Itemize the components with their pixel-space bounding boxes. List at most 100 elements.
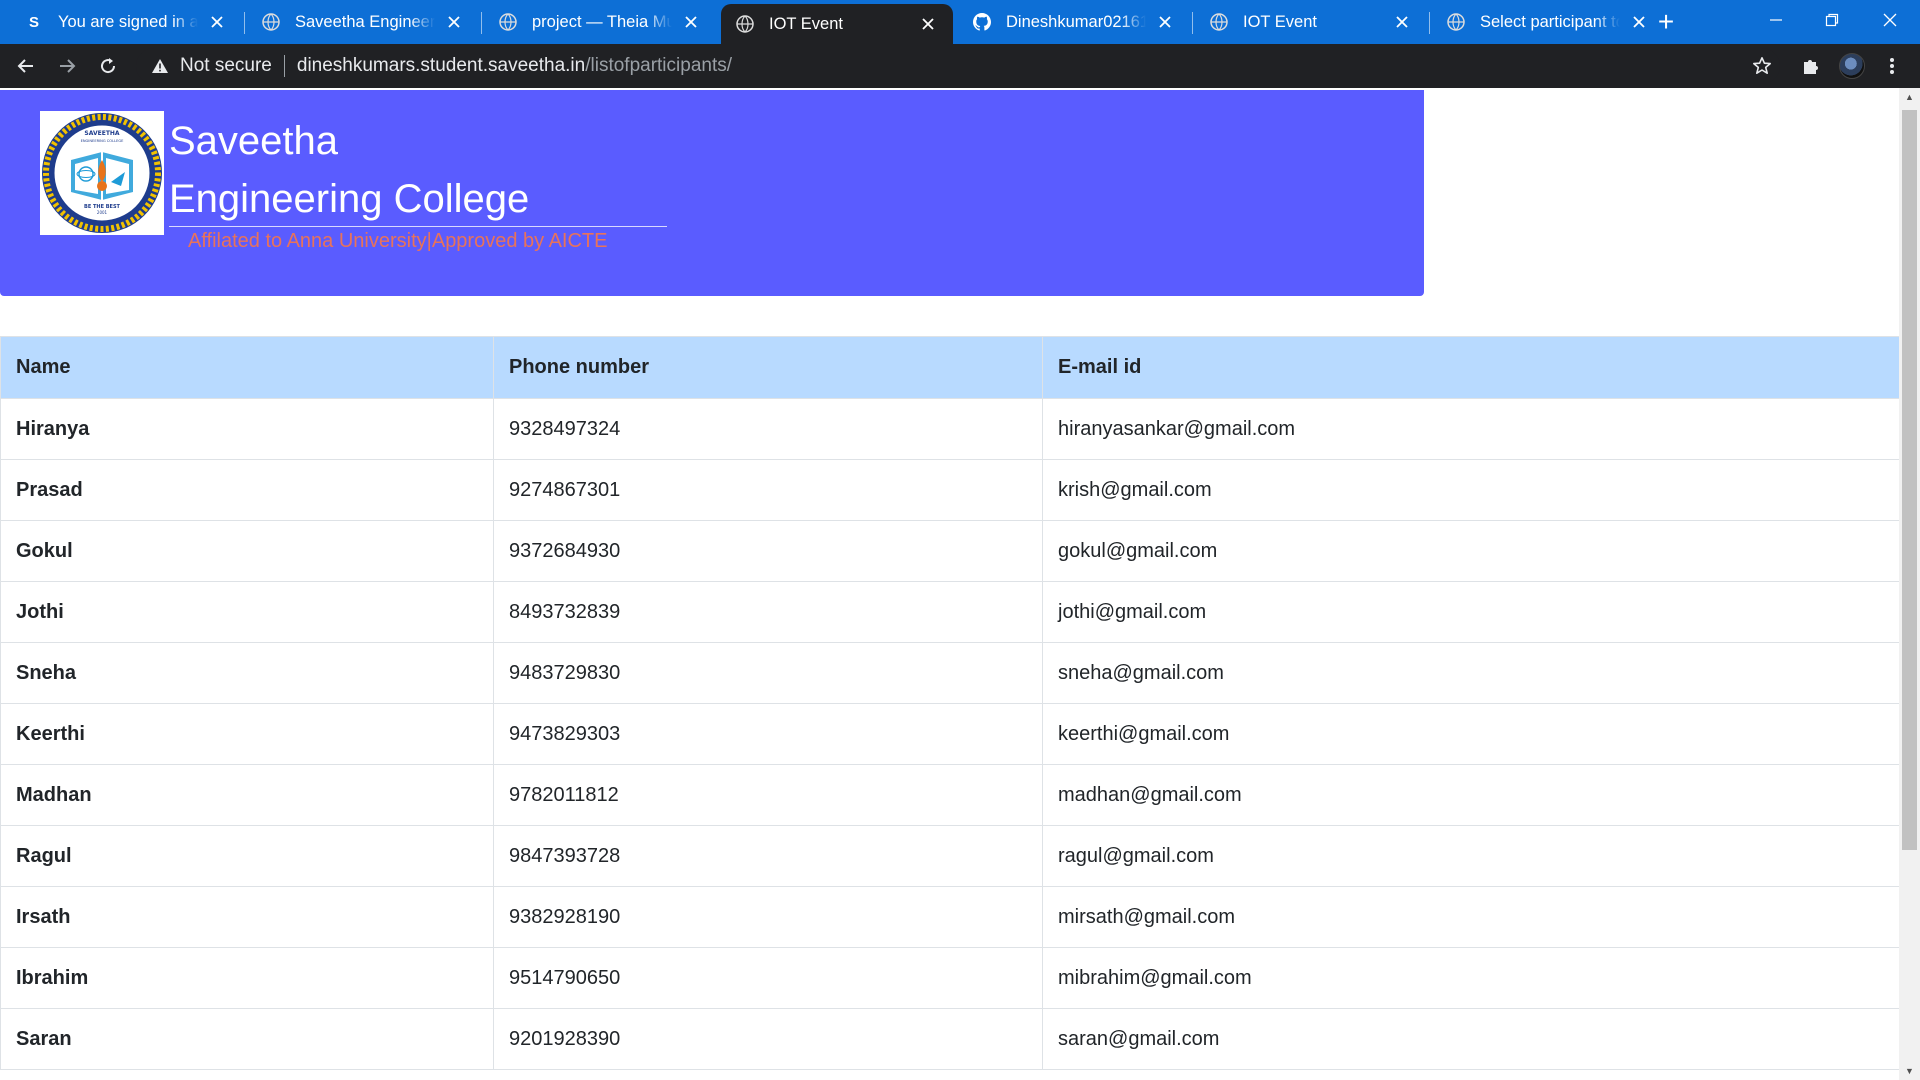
globe-icon	[261, 12, 281, 32]
table-header-row: Name Phone number E-mail id	[0, 336, 1900, 399]
new-tab-button[interactable]: +	[1650, 6, 1682, 38]
college-name-line2: Engineering College	[169, 177, 530, 221]
logo-text-top: SAVEETHA	[84, 130, 120, 137]
arrow-left-icon	[17, 59, 33, 73]
tab-separator	[244, 12, 245, 34]
bookmark-star-icon[interactable]	[1746, 50, 1778, 82]
table-row: Prasad 9274867301 krish@gmail.com	[0, 459, 1900, 521]
participant-email: sneha@gmail.com	[1042, 642, 1900, 704]
participant-email: jothi@gmail.com	[1042, 581, 1900, 643]
browser-tab[interactable]: S You are signed in as 20	[10, 0, 242, 44]
logo-text-sub: ENGINEERING COLLEGE	[81, 139, 125, 143]
participant-phone: 9483729830	[493, 642, 1043, 704]
logo-year: 2001	[97, 210, 108, 215]
participant-name: Ragul	[0, 825, 494, 887]
participant-phone: 9382928190	[493, 886, 1043, 948]
participant-name: Madhan	[0, 764, 494, 826]
separator	[283, 55, 285, 77]
participant-phone: 9473829303	[493, 703, 1043, 765]
avatar	[1839, 53, 1865, 79]
tab-title: IOT Event	[769, 14, 843, 33]
browser-tab[interactable]: IOT Event	[1195, 0, 1427, 44]
reload-button[interactable]	[92, 50, 124, 82]
github-icon	[972, 12, 992, 32]
restore-icon	[1825, 13, 1839, 27]
table-row: Keerthi 9473829303 keerthi@gmail.com	[0, 703, 1900, 765]
minimize-button[interactable]	[1748, 0, 1804, 40]
participant-email: gokul@gmail.com	[1042, 520, 1900, 582]
address-bar[interactable]: Not secure dineshkumars.student.saveetha…	[136, 48, 1780, 84]
close-window-button[interactable]	[1862, 0, 1918, 40]
column-header-phone: Phone number	[493, 336, 1043, 399]
participant-phone: 9782011812	[493, 764, 1043, 826]
scroll-up-arrow-icon[interactable]: ▲	[1899, 88, 1920, 106]
participant-phone: 8493732839	[493, 581, 1043, 643]
tab-close-icon[interactable]	[917, 13, 939, 35]
participant-email: mirsath@gmail.com	[1042, 886, 1900, 948]
tab-separator	[1192, 12, 1193, 34]
browser-tab[interactable]: IOT Event	[721, 4, 953, 44]
tab-title: project — Theia Multi-L	[532, 12, 672, 31]
arrow-right-icon	[60, 59, 76, 73]
page-scrollbar[interactable]: ▲ ▼	[1899, 88, 1920, 1080]
table-row: Hiranya 9328497324 hiranyasankar@gmail.com	[0, 398, 1900, 460]
url-host[interactable]: dineshkumars.student.saveetha.in	[297, 55, 585, 77]
tab-separator	[481, 12, 482, 34]
url-path[interactable]: /listofparticipants/	[585, 55, 732, 77]
table-row: Jothi 8493732839 jothi@gmail.com	[0, 581, 1900, 643]
tab-title: Select participant to ch	[1480, 12, 1620, 31]
participants-table-container: Name Phone number E-mail id Hiranya 93284…	[0, 336, 1900, 1070]
scrollbar-thumb[interactable]	[1902, 110, 1917, 850]
back-button[interactable]	[10, 50, 42, 82]
browser-tab[interactable]: Saveetha Engineering C	[247, 0, 479, 44]
kebab-menu-icon	[1890, 58, 1894, 74]
participant-email: krish@gmail.com	[1042, 459, 1900, 521]
restore-button[interactable]	[1804, 0, 1860, 40]
participant-name: Gokul	[0, 520, 494, 582]
participant-name: Irsath	[0, 886, 494, 948]
browser-tab[interactable]: project — Theia Multi-L	[484, 0, 716, 44]
column-header-name: Name	[0, 336, 494, 399]
tab-close-icon[interactable]	[680, 11, 702, 33]
browser-toolbar: Not secure dineshkumars.student.saveetha…	[0, 44, 1920, 88]
globe-icon	[735, 14, 755, 34]
participant-email: mibrahim@gmail.com	[1042, 947, 1900, 1009]
extensions-puzzle-icon[interactable]	[1795, 50, 1827, 82]
participant-phone: 9274867301	[493, 459, 1043, 521]
participant-email: hiranyasankar@gmail.com	[1042, 398, 1900, 460]
participant-email: ragul@gmail.com	[1042, 825, 1900, 887]
college-header-banner: SAVEETHA ENGINEERING COLLEGE BE THE BEST…	[0, 90, 1424, 296]
site-favicon: S	[28, 13, 39, 31]
participant-phone: 9847393728	[493, 825, 1043, 887]
browser-tab[interactable]: Dineshkumar021617/e	[958, 0, 1190, 44]
tab-close-icon[interactable]	[206, 11, 228, 33]
warning-triangle-icon[interactable]	[150, 56, 170, 76]
tab-close-icon[interactable]	[1391, 11, 1413, 33]
tab-close-icon[interactable]	[443, 11, 465, 33]
tab-title: IOT Event	[1243, 12, 1317, 31]
table-row: Ragul 9847393728 ragul@gmail.com	[0, 825, 1900, 887]
globe-icon	[1209, 12, 1229, 32]
participant-name: Ibrahim	[0, 947, 494, 1009]
table-row: Gokul 9372684930 gokul@gmail.com	[0, 520, 1900, 582]
tab-title: Dineshkumar021617/e	[1006, 12, 1146, 31]
profile-avatar-button[interactable]	[1836, 50, 1868, 82]
college-seal-icon: SAVEETHA ENGINEERING COLLEGE BE THE BEST…	[42, 113, 162, 233]
tab-close-icon[interactable]	[1154, 11, 1176, 33]
tab-strip: S You are signed in as 20 Saveetha Enginee…	[0, 0, 1920, 44]
minimize-icon	[1770, 19, 1782, 21]
browser-menu-button[interactable]	[1876, 50, 1908, 82]
security-status[interactable]: Not secure	[180, 55, 272, 77]
college-logo: SAVEETHA ENGINEERING COLLEGE BE THE BEST…	[40, 111, 164, 235]
participant-email: keerthi@gmail.com	[1042, 703, 1900, 765]
tab-close-icon[interactable]	[1628, 11, 1650, 33]
participant-name: Keerthi	[0, 703, 494, 765]
tab-title: You are signed in as 20	[58, 12, 198, 31]
scroll-down-arrow-icon[interactable]: ▼	[1899, 1062, 1920, 1080]
participant-phone: 9372684930	[493, 520, 1043, 582]
participant-name: Hiranya	[0, 398, 494, 460]
tab-title: Saveetha Engineering C	[295, 12, 435, 31]
browser-tab[interactable]: Select participant to ch	[1432, 0, 1664, 44]
forward-button[interactable]	[51, 50, 83, 82]
reload-icon	[101, 58, 116, 74]
